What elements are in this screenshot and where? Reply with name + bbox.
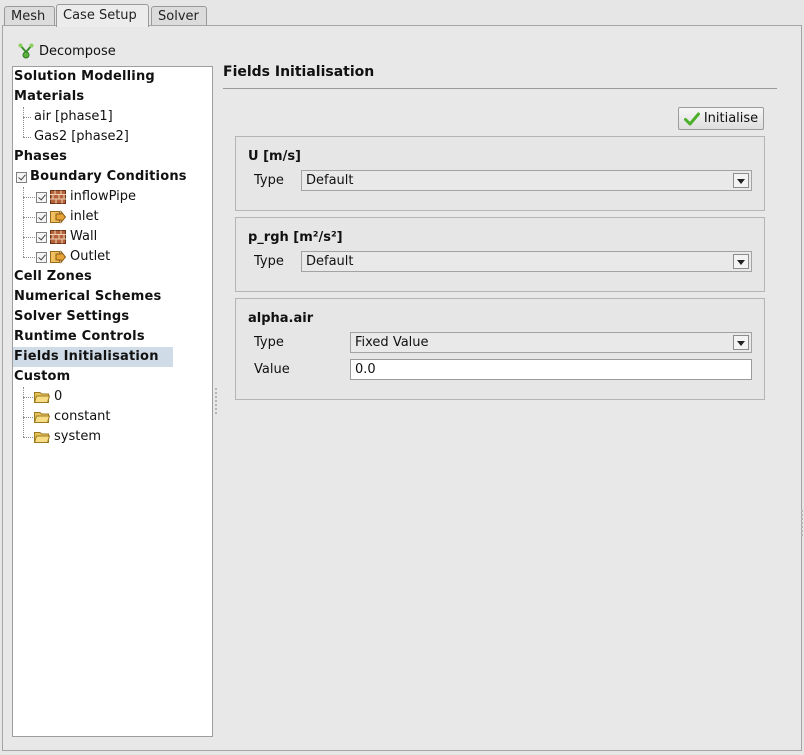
tree-guide bbox=[23, 417, 33, 418]
tree-item-runtime-controls[interactable]: Runtime Controls bbox=[14, 327, 145, 347]
chevron-down-icon[interactable] bbox=[733, 173, 749, 188]
tree-item-numerical-schemes[interactable]: Numerical Schemes bbox=[14, 287, 161, 307]
outlet-checkbox[interactable] bbox=[36, 251, 47, 263]
tree-item-material-air[interactable]: air [phase1] bbox=[34, 107, 113, 127]
tree-guide bbox=[23, 397, 33, 398]
tree-item-solution-modelling[interactable]: Solution Modelling bbox=[14, 67, 155, 87]
wall-checkbox[interactable] bbox=[36, 231, 47, 243]
boundary-conditions-checkbox[interactable] bbox=[16, 171, 27, 183]
tree-item-boundary-wall[interactable]: Wall bbox=[36, 227, 97, 247]
tree-guide bbox=[23, 257, 35, 258]
field-group-u: U [m/s] Type Default bbox=[235, 136, 765, 211]
type-label: Type bbox=[254, 173, 284, 188]
tree-item-solver-settings[interactable]: Solver Settings bbox=[14, 307, 129, 327]
p-rgh-type-value: Default bbox=[306, 254, 354, 269]
tree-guide bbox=[23, 387, 24, 437]
wall-icon bbox=[50, 230, 66, 244]
u-type-select[interactable]: Default bbox=[301, 170, 752, 191]
patch-icon bbox=[50, 210, 66, 224]
inflowpipe-checkbox[interactable] bbox=[36, 191, 47, 203]
tree-item-boundary-conditions[interactable]: Boundary Conditions bbox=[16, 167, 187, 187]
tree-item-folder-constant[interactable]: constant bbox=[34, 407, 111, 427]
initialise-button[interactable]: Initialise bbox=[678, 107, 764, 130]
wall-label: Wall bbox=[70, 229, 98, 244]
title-divider bbox=[223, 88, 777, 89]
tree-item-fields-initialisation[interactable]: Fields Initialisation bbox=[13, 347, 173, 367]
outlet-label: Outlet bbox=[70, 249, 111, 264]
tab-case-setup[interactable]: Case Setup bbox=[56, 4, 149, 27]
tree-item-materials[interactable]: Materials bbox=[14, 87, 84, 107]
case-tree[interactable]: Solution Modelling Materials air [phase1… bbox=[12, 66, 213, 737]
tab-bar: Mesh Case Setup Solver bbox=[0, 0, 804, 27]
tree-guide bbox=[23, 437, 33, 438]
field-group-p-rgh: p_rgh [m²/s²] Type Default bbox=[235, 217, 765, 292]
tab-mesh[interactable]: Mesh bbox=[4, 6, 55, 25]
decompose-icon bbox=[18, 43, 34, 59]
tree-item-folder-0[interactable]: 0 bbox=[34, 387, 62, 407]
tree-item-folder-system[interactable]: system bbox=[34, 427, 101, 447]
folder-constant-label: constant bbox=[54, 409, 111, 424]
field-name: p_rgh [m²/s²] bbox=[248, 230, 343, 245]
tree-guide bbox=[23, 107, 24, 137]
tab-solver[interactable]: Solver bbox=[151, 6, 207, 25]
inlet-checkbox[interactable] bbox=[36, 211, 47, 223]
tree-guide bbox=[23, 117, 31, 118]
wall-icon bbox=[50, 190, 66, 204]
alpha-air-value-input[interactable]: 0.0 bbox=[350, 359, 752, 380]
tree-guide bbox=[23, 217, 35, 218]
field-name: U [m/s] bbox=[248, 149, 301, 164]
check-icon bbox=[683, 112, 700, 125]
folder-icon bbox=[34, 432, 50, 443]
initialise-label: Initialise bbox=[703, 111, 759, 126]
tree-guide bbox=[23, 137, 31, 138]
type-label: Type bbox=[254, 254, 284, 269]
tree-guide bbox=[23, 197, 35, 198]
tree-item-boundary-outlet[interactable]: Outlet bbox=[36, 247, 110, 267]
page-title: Fields Initialisation bbox=[223, 64, 375, 80]
field-group-alpha-air: alpha.air Type Fixed Value Value 0.0 bbox=[235, 298, 765, 400]
tree-item-custom[interactable]: Custom bbox=[14, 367, 70, 387]
p-rgh-type-select[interactable]: Default bbox=[301, 251, 752, 272]
value-label: Value bbox=[254, 362, 290, 377]
folder-system-label: system bbox=[54, 429, 101, 444]
folder-0-label: 0 bbox=[54, 389, 63, 404]
inlet-label: inlet bbox=[70, 209, 99, 224]
tree-item-boundary-inlet[interactable]: inlet bbox=[36, 207, 99, 227]
tree-item-phases[interactable]: Phases bbox=[14, 147, 67, 167]
tree-item-cell-zones[interactable]: Cell Zones bbox=[14, 267, 92, 287]
folder-icon bbox=[34, 392, 50, 403]
decompose-button[interactable]: Decompose bbox=[18, 42, 116, 60]
tree-item-material-gas2[interactable]: Gas2 [phase2] bbox=[34, 127, 129, 147]
u-type-value: Default bbox=[306, 173, 354, 188]
inflowpipe-label: inflowPipe bbox=[70, 189, 137, 204]
chevron-down-icon[interactable] bbox=[733, 254, 749, 269]
boundary-conditions-label: Boundary Conditions bbox=[30, 169, 187, 184]
tree-guide bbox=[23, 237, 35, 238]
patch-icon bbox=[50, 250, 66, 264]
alpha-air-type-select[interactable]: Fixed Value bbox=[350, 332, 752, 353]
tree-item-boundary-inflowpipe[interactable]: inflowPipe bbox=[36, 187, 136, 207]
type-label: Type bbox=[254, 335, 284, 350]
folder-icon bbox=[34, 412, 50, 423]
decompose-label: Decompose bbox=[39, 43, 116, 59]
alpha-air-type-value: Fixed Value bbox=[355, 335, 429, 350]
field-name: alpha.air bbox=[248, 311, 314, 326]
splitter-handle[interactable] bbox=[215, 388, 218, 416]
chevron-down-icon[interactable] bbox=[733, 335, 749, 350]
